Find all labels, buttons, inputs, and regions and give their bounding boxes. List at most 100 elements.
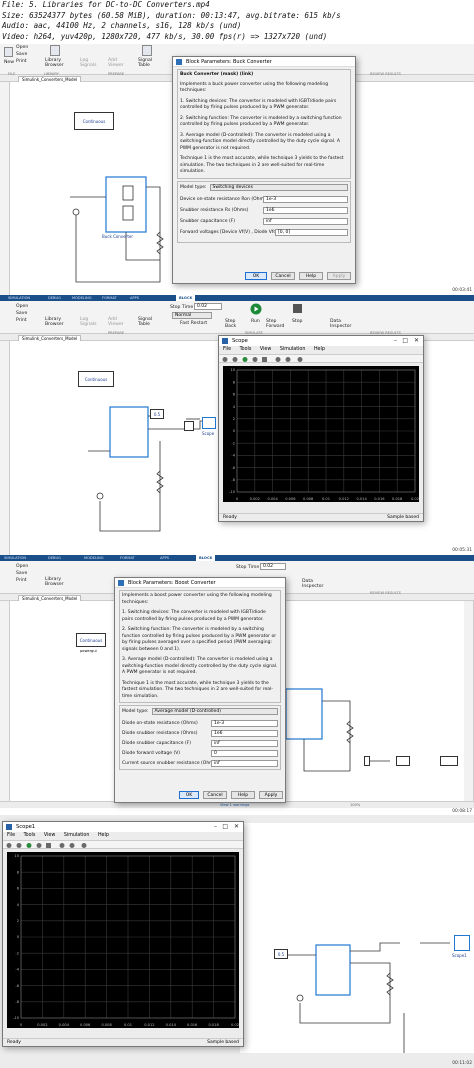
model-browser-strip[interactable] — [0, 341, 10, 555]
close-icon[interactable]: ✕ — [414, 336, 419, 346]
constant-block[interactable]: 0.5 — [274, 949, 288, 959]
menu-help[interactable]: Help — [314, 347, 325, 352]
run-icon[interactable] — [26, 843, 32, 848]
demux-block[interactable] — [184, 421, 194, 431]
settings-icon[interactable] — [222, 357, 228, 362]
stop-icon[interactable] — [46, 843, 51, 848]
warnings-link[interactable]: View 1 warnings — [220, 802, 249, 809]
ok-button[interactable]: OK — [179, 791, 199, 799]
scope-plot[interactable]: 0 0.002 0.004 0.006 0.008 0.01 0.012 0.014 0.016… — [223, 366, 419, 502]
powergui-block[interactable]: Continuous — [76, 633, 106, 647]
ron-input[interactable]: 1e-3 — [263, 195, 348, 203]
menu-help[interactable]: Help — [98, 833, 109, 838]
model-browser-strip[interactable] — [0, 82, 10, 295]
step-icon[interactable] — [36, 843, 42, 848]
apply-button[interactable]: Apply — [327, 272, 351, 280]
library-browser-icon[interactable] — [50, 45, 60, 56]
print-button[interactable]: Print — [16, 318, 27, 323]
powergui-block[interactable]: Continuous — [78, 371, 114, 387]
stop-time-input[interactable]: 0.02 — [260, 563, 286, 570]
print-button[interactable]: Print — [16, 59, 27, 64]
log-signals-button[interactable]: Log Signals — [80, 317, 98, 327]
property-inspector-strip[interactable] — [464, 601, 474, 801]
scope1-block[interactable] — [454, 935, 470, 951]
minimize-icon[interactable]: – — [394, 336, 397, 346]
zoom-icon[interactable] — [59, 843, 65, 848]
add-viewer-button[interactable]: Add Viewer — [108, 317, 126, 327]
menu-view[interactable]: View — [44, 833, 55, 838]
constant-block[interactable]: 0.5 — [150, 409, 164, 419]
cancel-button[interactable]: Cancel — [271, 272, 295, 280]
mux-block[interactable] — [364, 756, 370, 766]
menu-view[interactable]: View — [260, 347, 271, 352]
stop-time-input[interactable]: 0.02 — [194, 303, 222, 310]
data-inspector-button[interactable]: Data Inspector — [302, 579, 324, 589]
cursor-icon[interactable] — [81, 843, 87, 848]
stop-icon[interactable] — [262, 357, 267, 362]
restore-icon[interactable] — [16, 843, 22, 848]
log-signals-button[interactable]: Log Signals — [80, 58, 98, 68]
signal-table-icon[interactable] — [142, 45, 152, 56]
open-button[interactable]: Open — [16, 304, 28, 309]
menu-file[interactable]: File — [7, 833, 15, 838]
menu-simulation[interactable]: Simulation — [280, 347, 306, 352]
diode-vf-input[interactable]: 0 — [211, 750, 278, 757]
ok-button[interactable]: OK — [245, 272, 267, 280]
diode-rs-input[interactable]: 1e6 — [211, 730, 278, 737]
signal-table-button[interactable]: Signal Table — [138, 58, 156, 68]
add-viewer-button[interactable]: Add Viewer — [108, 58, 126, 68]
sim-mode-select[interactable]: Normal — [172, 312, 212, 319]
scope1-plot[interactable]: 0 0.002 0.004 0.006 0.008 0.01 0.012 0.014 0.016… — [7, 852, 239, 1028]
maximize-icon[interactable]: □ — [402, 336, 408, 346]
minimize-icon[interactable]: – — [214, 822, 217, 832]
powergui-block[interactable]: Continuous — [74, 112, 114, 130]
cancel-button[interactable]: Cancel — [203, 791, 227, 799]
close-icon[interactable]: ✕ — [234, 822, 239, 832]
run-button[interactable]: Run — [251, 319, 260, 324]
help-button[interactable]: Help — [231, 791, 255, 799]
zoom-icon[interactable] — [275, 357, 281, 362]
settings-icon[interactable] — [6, 843, 12, 848]
menu-tools[interactable]: Tools — [24, 833, 36, 838]
fast-restart-button[interactable]: Fast Restart — [180, 321, 207, 326]
new-icon[interactable] — [4, 47, 13, 57]
model-type-select[interactable]: Switching devices — [209, 183, 348, 191]
help-button[interactable]: Help — [299, 272, 323, 280]
run-icon[interactable] — [242, 357, 248, 362]
library-browser-button[interactable]: Library Browser — [45, 317, 65, 327]
step-icon[interactable] — [252, 357, 258, 362]
source-rs-input[interactable]: inf — [211, 760, 278, 767]
step-back-button[interactable]: Step Back — [225, 319, 241, 329]
print-button[interactable]: Print — [16, 578, 27, 583]
cursor-icon[interactable] — [297, 357, 303, 362]
step-forward-button[interactable]: Step Forward — [266, 319, 286, 329]
save-button[interactable]: Save — [16, 311, 27, 316]
output-block[interactable] — [440, 756, 458, 766]
restore-icon[interactable] — [232, 357, 238, 362]
diode-cs-input[interactable]: inf — [211, 740, 278, 747]
stop-icon[interactable] — [292, 303, 303, 314]
save-button[interactable]: Save — [16, 571, 27, 576]
scope-block[interactable] — [202, 417, 216, 429]
open-button[interactable]: Open — [16, 45, 28, 50]
maximize-icon[interactable]: □ — [222, 822, 228, 832]
apply-button[interactable]: Apply — [259, 791, 283, 799]
diode-ron-input[interactable]: 1e-3 — [211, 720, 278, 727]
save-button[interactable]: Save — [16, 52, 27, 57]
model-canvas[interactable]: 0.5 Scope1 — [240, 823, 474, 1053]
library-browser-button[interactable]: Library Browser — [45, 58, 65, 68]
open-button[interactable]: Open — [16, 564, 28, 569]
menu-file[interactable]: File — [223, 347, 231, 352]
stop-button[interactable]: Stop — [292, 319, 302, 324]
model-browser-strip[interactable] — [0, 601, 10, 801]
autoscale-icon[interactable] — [69, 843, 75, 848]
run-icon[interactable] — [250, 303, 262, 315]
rs-input[interactable]: 1e6 — [263, 206, 348, 214]
model-type-select[interactable]: Average model (D-controlled) — [151, 708, 278, 715]
signal-table-button[interactable]: Signal Table — [138, 317, 156, 327]
vf-input[interactable]: [0, 0] — [275, 228, 348, 236]
menu-tools[interactable]: Tools — [240, 347, 252, 352]
menu-simulation[interactable]: Simulation — [64, 833, 90, 838]
data-inspector-button[interactable]: Data Inspector — [330, 319, 352, 329]
cs-input[interactable]: inf — [263, 217, 348, 225]
